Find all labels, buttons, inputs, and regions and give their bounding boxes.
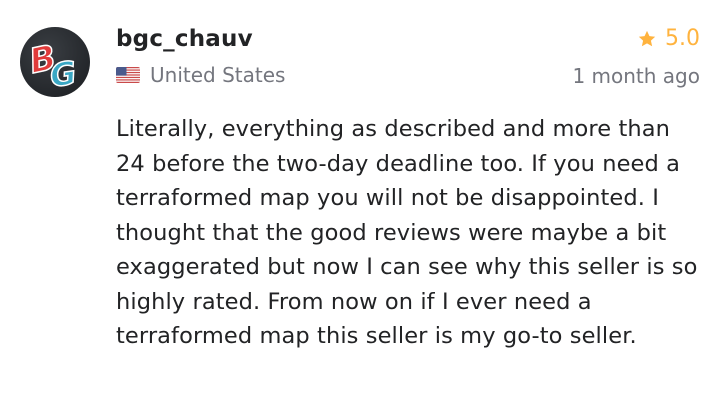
- review-text: Literally, everything as described and m…: [116, 116, 698, 349]
- country-name: United States: [150, 63, 286, 87]
- us-flag-icon: [116, 67, 140, 83]
- rating-value: 5.0: [665, 26, 700, 51]
- rating: 5.0: [637, 26, 700, 51]
- country-info: United States: [116, 63, 285, 87]
- star-icon: [638, 30, 656, 46]
- review-card: B G bgc_chauv United States 5.0 1 month …: [0, 0, 720, 403]
- avatar-letter-g: G: [48, 53, 79, 94]
- username[interactable]: bgc_chauv: [116, 26, 253, 52]
- review-timestamp: 1 month ago: [572, 64, 700, 88]
- bg-logo-avatar-icon: B G: [25, 37, 80, 96]
- avatar[interactable]: B G: [20, 27, 90, 97]
